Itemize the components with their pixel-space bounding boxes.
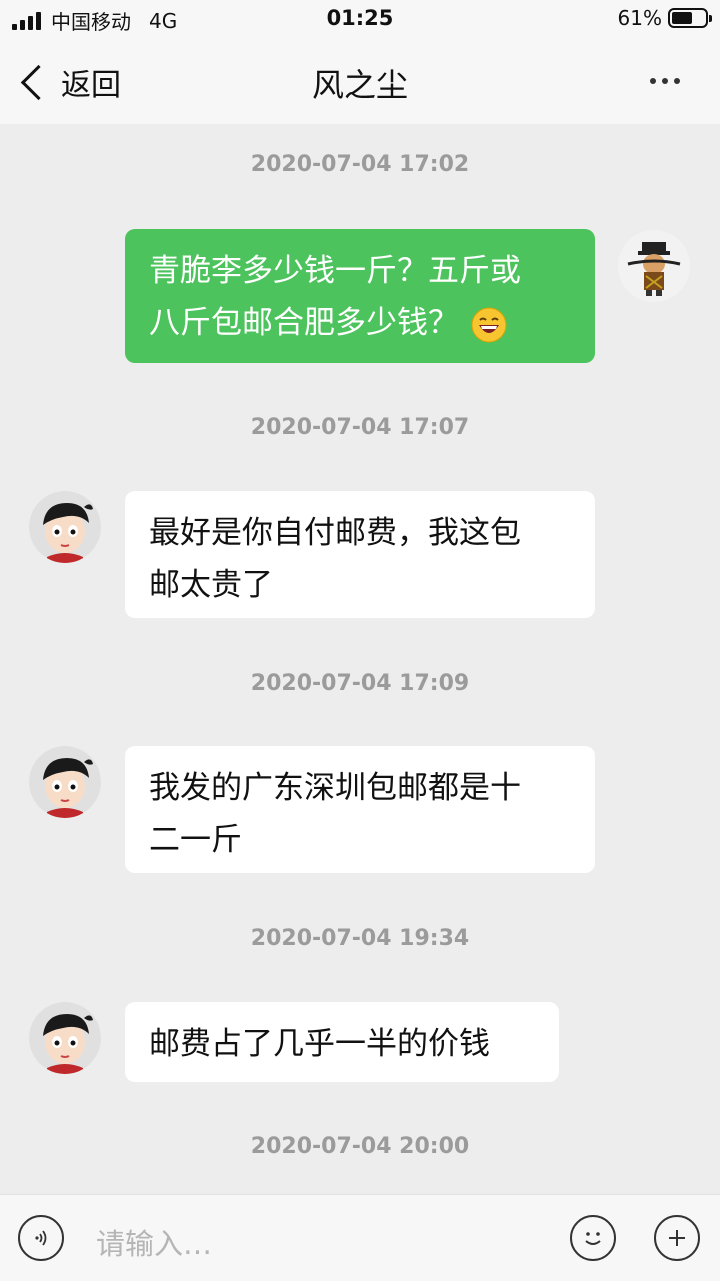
- clock: 01:25: [326, 6, 394, 30]
- message-line: 最好是你自付邮费，我这包: [149, 515, 521, 551]
- page-title: 风之尘: [311, 66, 408, 104]
- message-line: 二一斤: [149, 822, 242, 858]
- message-bubble-received[interactable]: 最好是你自付邮费，我这包 邮太贵了: [125, 491, 595, 618]
- timestamp: 2020-07-04 20:00: [250, 1134, 470, 1159]
- status-bar: 中国移动 4G 01:25 61%: [0, 0, 720, 40]
- chat-area[interactable]: 2020-07-04 17:02 青脆李多少钱一斤？五斤或 八斤包邮合肥多少钱？…: [0, 124, 720, 1194]
- message-bubble-received[interactable]: 邮费占了几乎一半的价钱: [125, 1002, 559, 1082]
- message-line: 邮太贵了: [149, 567, 273, 603]
- message-bubble-sent[interactable]: 青脆李多少钱一斤？五斤或 八斤包邮合肥多少钱？: [125, 229, 595, 363]
- timestamp: 2020-07-04 17:09: [250, 671, 470, 696]
- smiley-icon[interactable]: [570, 1215, 616, 1261]
- avatar[interactable]: [29, 746, 101, 818]
- input-bar: 请输入…: [0, 1194, 720, 1281]
- battery-icon: [668, 8, 712, 28]
- ellipsis-icon[interactable]: [650, 78, 680, 84]
- timestamp: 2020-07-04 17:02: [250, 152, 470, 177]
- avatar[interactable]: [618, 230, 690, 302]
- message-line: 邮费占了几乎一半的价钱: [149, 1026, 490, 1062]
- message-line: 我发的广东深圳包邮都是十: [149, 770, 521, 806]
- message-line: 青脆李多少钱一斤？五斤或: [149, 253, 521, 289]
- avatar[interactable]: [29, 491, 101, 563]
- voice-icon[interactable]: [18, 1215, 64, 1261]
- plus-icon[interactable]: [654, 1215, 700, 1261]
- nav-bar: 返回 风之尘: [0, 40, 720, 124]
- message-line: 八斤包邮合肥多少钱？: [149, 305, 459, 341]
- timestamp: 2020-07-04 17:07: [250, 415, 470, 440]
- battery-percent: 61%: [617, 6, 662, 30]
- avatar[interactable]: [29, 1002, 101, 1074]
- grinning-face-icon: [471, 307, 507, 342]
- timestamp: 2020-07-04 19:34: [250, 926, 470, 951]
- message-input[interactable]: 请输入…: [96, 1221, 212, 1263]
- message-bubble-received[interactable]: 我发的广东深圳包邮都是十 二一斤: [125, 746, 595, 873]
